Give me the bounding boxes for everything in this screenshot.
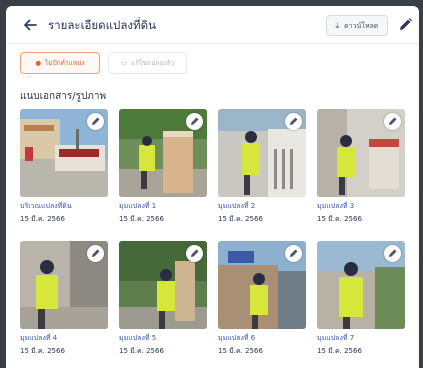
edit-photo-button[interactable] bbox=[87, 113, 104, 130]
edit-photo-button[interactable] bbox=[186, 113, 203, 130]
photo-card: มุมแปลงที่ 5 15 มี.ค. 2566 bbox=[119, 241, 207, 357]
pencil-icon bbox=[290, 249, 298, 257]
edit-button[interactable] bbox=[397, 16, 413, 34]
pencil-icon bbox=[191, 249, 199, 257]
photo-thumbnail[interactable] bbox=[218, 109, 306, 197]
download-label: ดาวน์โหลด bbox=[344, 22, 379, 30]
photo-thumbnail[interactable] bbox=[119, 241, 207, 329]
land-detail-panel: รายละเอียดแปลงที่ดิน ⤓ ดาวน์โหลด ● ไม่ปักต… bbox=[6, 6, 419, 368]
download-button[interactable]: ⤓ ดาวน์โหลด bbox=[326, 15, 388, 36]
photo-date: 15 มี.ค. 2566 bbox=[20, 215, 65, 223]
photo-card: มุมแปลงที่ 1 15 มี.ค. 2566 bbox=[119, 109, 207, 225]
edit-photo-button[interactable] bbox=[285, 245, 302, 262]
photo-date: 15 มี.ค. 2566 bbox=[317, 215, 362, 223]
edit-photo-button[interactable] bbox=[384, 113, 401, 130]
tab-no-pin-label: ไม่ปักตำแหน่ง bbox=[45, 59, 85, 67]
pencil-icon bbox=[389, 117, 397, 125]
photo-date: 15 มี.ค. 2566 bbox=[218, 347, 263, 355]
map-pin-icon: ● bbox=[35, 59, 42, 67]
edit-photo-button[interactable] bbox=[87, 245, 104, 262]
photo-thumbnail[interactable] bbox=[119, 109, 207, 197]
photo-card: มุมแปลงที่ 3 15 มี.ค. 2566 bbox=[317, 109, 405, 225]
photo-date: 15 มี.ค. 2566 bbox=[218, 215, 263, 223]
arrow-left-icon bbox=[24, 19, 37, 31]
photo-card: มุมแปลงที่ 4 15 มี.ค. 2566 bbox=[20, 241, 108, 357]
photo-card: บริเวณแปลงที่ดิน 15 มี.ค. 2566 bbox=[20, 109, 108, 225]
photo-caption: มุมแปลงที่ 6 bbox=[218, 334, 256, 342]
photo-card: มุมแปลงที่ 6 15 มี.ค. 2566 bbox=[218, 241, 306, 357]
pencil-icon bbox=[400, 18, 412, 30]
photo-card: มุมแปลงที่ 2 15 มี.ค. 2566 bbox=[218, 109, 306, 225]
attachments-heading: แนบเอกสาร/รูปภาพ bbox=[20, 91, 107, 102]
photo-caption: มุมแปลงที่ 5 bbox=[119, 334, 157, 342]
edit-photo-button[interactable] bbox=[186, 245, 203, 262]
pencil-icon bbox=[290, 117, 298, 125]
tab-no-pin[interactable]: ● ไม่ปักตำแหน่ง bbox=[20, 52, 100, 74]
photo-grid: บริเวณแปลงที่ดิน 15 มี.ค. 2566 มุมแปลงที… bbox=[20, 109, 413, 368]
photo-date: 15 มี.ค. 2566 bbox=[119, 347, 164, 355]
photo-date: 15 มี.ค. 2566 bbox=[119, 215, 164, 223]
photo-caption: บริเวณแปลงที่ดิน bbox=[20, 202, 72, 210]
back-button[interactable] bbox=[20, 15, 40, 35]
pencil-icon bbox=[389, 249, 397, 257]
photo-thumbnail[interactable] bbox=[317, 241, 405, 329]
photo-thumbnail[interactable] bbox=[20, 109, 108, 197]
photo-caption: มุมแปลงที่ 4 bbox=[20, 334, 58, 342]
photo-thumbnail[interactable] bbox=[317, 109, 405, 197]
photo-date: 15 มี.ค. 2566 bbox=[317, 347, 362, 355]
photo-caption: มุมแปลงที่ 2 bbox=[218, 202, 256, 210]
tab-edited-plot[interactable]: ▭ แก้ไขแปลงแล้ว bbox=[108, 52, 187, 74]
page-title: รายละเอียดแปลงที่ดิน bbox=[48, 18, 156, 32]
photo-caption: มุมแปลงที่ 1 bbox=[119, 202, 157, 210]
header-bar: รายละเอียดแปลงที่ดิน ⤓ ดาวน์โหลด bbox=[6, 6, 419, 44]
download-icon: ⤓ bbox=[335, 21, 340, 30]
pencil-icon bbox=[191, 117, 199, 125]
edit-photo-button[interactable] bbox=[285, 113, 302, 130]
photo-date: 15 มี.ค. 2566 bbox=[20, 347, 65, 355]
photo-thumbnail[interactable] bbox=[20, 241, 108, 329]
photo-caption: มุมแปลงที่ 7 bbox=[317, 334, 355, 342]
photo-caption: มุมแปลงที่ 3 bbox=[317, 202, 355, 210]
edit-photo-button[interactable] bbox=[384, 245, 401, 262]
photo-card: มุมแปลงที่ 7 15 มี.ค. 2566 bbox=[317, 241, 405, 357]
pencil-icon bbox=[92, 117, 100, 125]
photo-thumbnail[interactable] bbox=[218, 241, 306, 329]
tab-edited-plot-label: แก้ไขแปลงแล้ว bbox=[131, 59, 175, 67]
pencil-icon bbox=[92, 249, 100, 257]
map-icon: ▭ bbox=[120, 59, 127, 67]
